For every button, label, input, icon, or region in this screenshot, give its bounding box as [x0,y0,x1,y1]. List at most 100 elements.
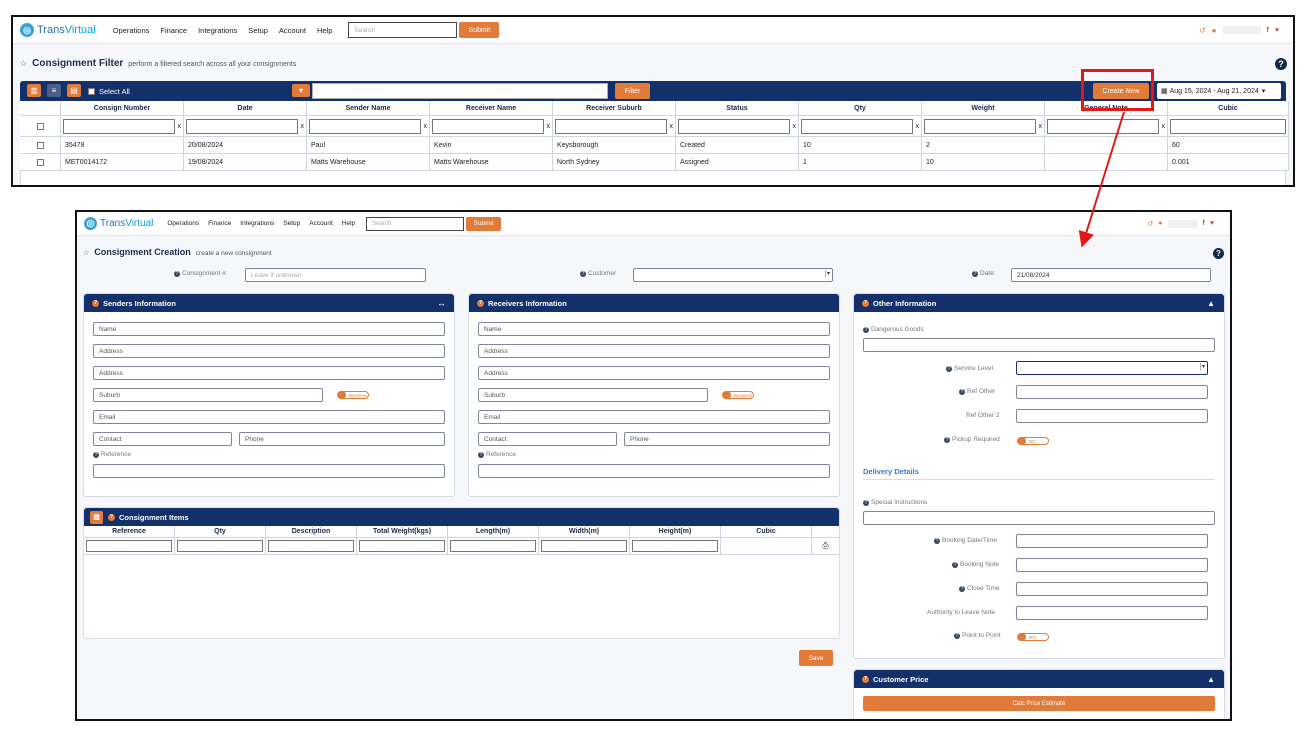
help-icon[interactable]: ? [477,299,484,307]
help-icon[interactable]: ? [944,436,950,443]
sender-address2-input[interactable]: Address [93,366,445,380]
filter-sender-name[interactable] [309,118,421,134]
help-icon[interactable]: ? [863,499,869,506]
clear-icon[interactable]: x [793,123,797,130]
columns-icon[interactable]: ▥ [27,84,41,97]
item-reference-input[interactable] [86,540,172,552]
transvirtual-logo[interactable]: ◎ TransVirtual [20,23,96,37]
filter-receiver-suburb[interactable] [555,118,667,134]
clear-icon[interactable]: x [1162,123,1166,130]
help-icon[interactable]: ? [478,451,484,458]
filter-consign-number[interactable] [63,118,175,134]
columns-icon[interactable]: ▥ [90,510,103,524]
clear-icon[interactable]: x [424,123,428,130]
filter-type-dropdown[interactable]: ▾ [292,84,310,97]
receiver-suburb-input[interactable]: Suburb [478,388,708,402]
col-qty[interactable]: Qty [175,526,266,537]
sender-address1-input[interactable]: Address [93,344,445,358]
sender-name-input[interactable]: Name [93,322,445,336]
export-icon[interactable]: ▤ [67,84,81,97]
history-icon[interactable]: ↺ [1199,26,1206,35]
sender-suburb-input[interactable]: Suburb [93,388,323,402]
menu-operations[interactable]: Operations [167,220,199,227]
menu-finance[interactable]: Finance [160,26,187,35]
col-receiver-suburb[interactable]: Receiver Suburb [553,101,676,115]
swap-icon[interactable]: ↔ [437,298,446,308]
print-icon[interactable]: ⎙ [812,538,839,554]
col-length[interactable]: Length(m) [448,526,539,537]
menu-integrations[interactable]: Integrations [240,220,274,227]
col-width[interactable]: Width(m) [539,526,630,537]
receiver-reference-input[interactable] [478,464,830,478]
date-input[interactable]: 21/08/2024 [1011,268,1211,282]
item-width-input[interactable] [541,540,627,552]
help-icon[interactable]: ? [952,561,958,568]
transvirtual-logo[interactable]: ◎ TransVirtual [84,217,153,230]
filter-value-input[interactable] [312,83,608,99]
help-icon[interactable]: ? [862,675,869,683]
help-icon[interactable]: ? [1213,248,1224,259]
help-icon[interactable]: ? [174,270,180,277]
filter-general-note[interactable] [1047,118,1159,134]
cell[interactable]: MET0014172 [61,154,184,170]
menu-account[interactable]: Account [279,26,306,35]
receiver-contact-input[interactable]: Contact [478,432,617,446]
receiver-name-input[interactable]: Name [478,322,830,336]
item-description-input[interactable] [268,540,354,552]
customer-select[interactable] [633,268,833,282]
col-reference[interactable]: Reference [84,526,175,537]
select-all-checkbox[interactable] [88,88,95,95]
clear-icon[interactable]: x [916,123,920,130]
col-cubic[interactable]: Cubic [721,526,812,537]
pickup-required-toggle[interactable]: NO [1017,437,1049,445]
item-qty-input[interactable] [177,540,263,552]
help-icon[interactable]: ? [946,365,952,372]
menu-account[interactable]: Account [309,220,333,227]
item-length-input[interactable] [450,540,536,552]
col-cubic[interactable]: Cubic [1168,101,1289,115]
receiver-phone-input[interactable]: Phone [624,432,830,446]
special-instructions-input[interactable] [863,511,1215,525]
star-icon[interactable]: ☆ [20,59,27,68]
sender-reference-input[interactable] [93,464,445,478]
receiver-email-input[interactable]: Email [478,410,830,424]
facebook-icon[interactable]: f [1203,220,1205,227]
receiver-address1-input[interactable]: Address [478,344,830,358]
user-icon[interactable]: ● [1212,26,1217,35]
date-range-picker[interactable]: ▦ Aug 15, 2024 - Aug 21, 2024 ▾ [1157,83,1281,99]
col-height[interactable]: Height(m) [630,526,721,537]
col-description[interactable]: Description [266,526,357,537]
sender-email-input[interactable]: Email [93,410,445,424]
menu-operations[interactable]: Operations [113,26,150,35]
menu-help[interactable]: Help [342,220,355,227]
filter-button[interactable]: Filter [615,83,650,99]
help-icon[interactable]: ? [959,388,965,395]
table-row[interactable]: MET0014172 19/08/2024 Matts Warehouse Ma… [20,154,1289,171]
select-all[interactable]: Select All [88,87,130,96]
save-button[interactable]: Save [799,650,833,666]
help-icon[interactable]: ? [580,270,586,277]
filter-receiver-name[interactable] [432,118,544,134]
row-checkbox[interactable] [36,158,44,166]
chevron-up-icon[interactable]: ▲ [1207,675,1215,684]
header-checkbox[interactable] [36,122,44,130]
twitter-icon[interactable]: ♥ [1210,220,1214,227]
help-icon[interactable]: ? [92,299,99,307]
clear-icon[interactable]: x [178,123,182,130]
sender-business-toggle[interactable]: Business [337,391,369,399]
filter-qty[interactable] [801,118,913,134]
help-icon[interactable]: ? [863,326,869,333]
ref-other-2-input[interactable] [1016,409,1208,423]
search-input[interactable]: Search [348,22,458,38]
clear-icon[interactable]: x [670,123,674,130]
clear-icon[interactable]: x [301,123,305,130]
item-height-input[interactable] [632,540,718,552]
booking-datetime-input[interactable] [1016,534,1208,548]
filter-cubic[interactable] [1170,118,1286,134]
user-icon[interactable]: ● [1158,220,1162,227]
help-icon[interactable]: ? [959,585,965,592]
filter-weight[interactable] [924,118,1036,134]
row-checkbox[interactable] [36,141,44,149]
chevron-up-icon[interactable]: ▲ [1207,299,1215,308]
service-level-select[interactable] [1016,361,1208,375]
